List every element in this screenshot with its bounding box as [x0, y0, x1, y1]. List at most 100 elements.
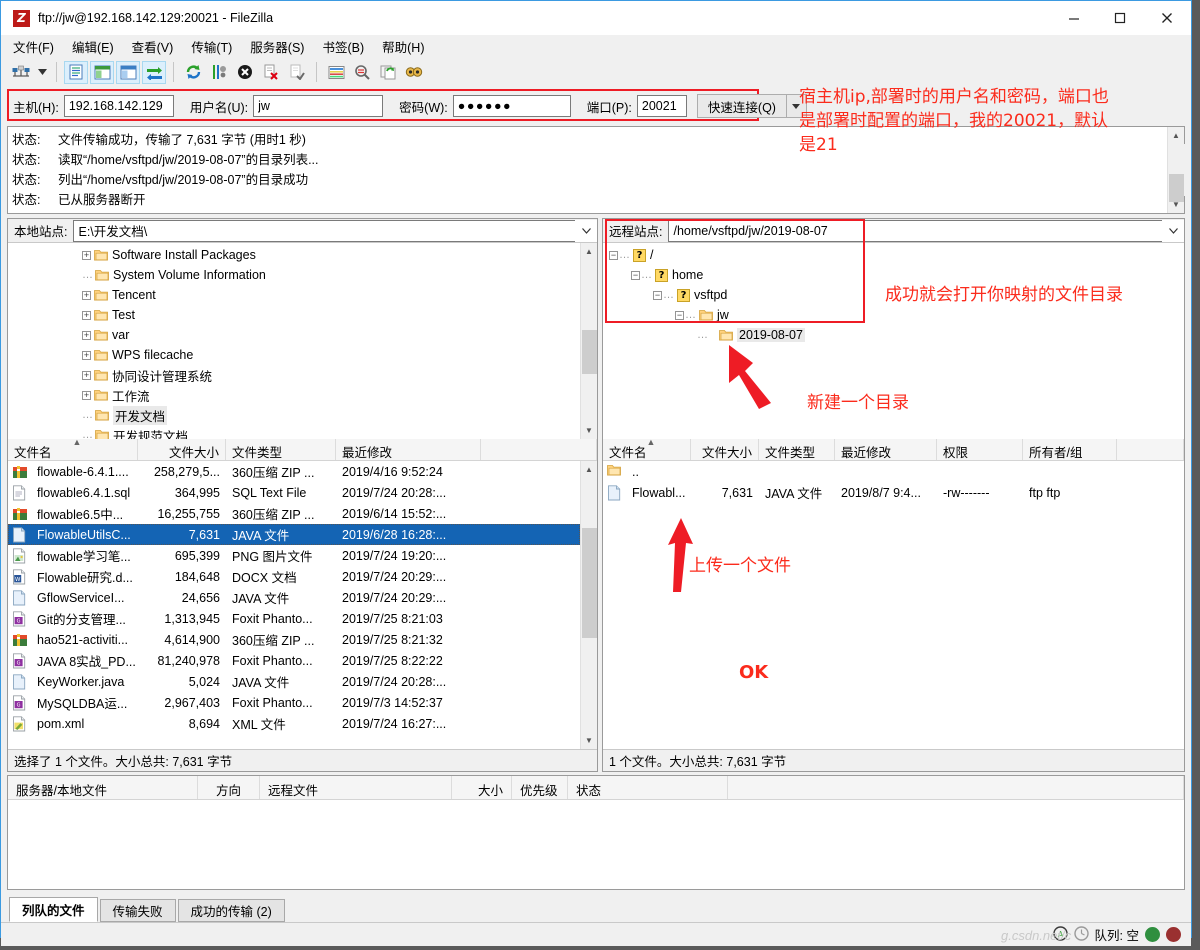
- toggle-local-tree-icon[interactable]: [90, 60, 114, 84]
- local-tree-item[interactable]: + Test: [8, 305, 580, 325]
- toggle-transfer-queue-icon[interactable]: [142, 60, 166, 84]
- table-row[interactable]: G MySQLDBA运... 2,967,403 Foxit Phanto... 201…: [8, 692, 580, 713]
- local-tree-item[interactable]: … 开发文档: [8, 405, 580, 425]
- expand-icon[interactable]: +: [82, 350, 91, 360]
- toggle-message-log-icon[interactable]: [64, 60, 88, 84]
- table-row[interactable]: GflowServiceI... 24,656 JAVA 文件 2019/7/24 2…: [8, 587, 580, 608]
- local-tree-scrollbar[interactable]: ▲ ▼: [580, 243, 597, 439]
- column-header-filesize[interactable]: 文件大小: [691, 439, 759, 460]
- remote-tree-item[interactable]: −…? /: [603, 245, 1184, 265]
- site-manager-dropdown-icon[interactable]: [35, 61, 49, 84]
- synchronized-browsing-icon[interactable]: [376, 61, 400, 84]
- scrollbar-thumb[interactable]: [1168, 174, 1184, 202]
- cancel-icon[interactable]: [233, 61, 257, 84]
- collapse-icon[interactable]: −: [631, 270, 640, 280]
- column-header-filename[interactable]: 文件名 ▲: [603, 439, 691, 460]
- local-tree-item[interactable]: + Tencent: [8, 285, 580, 305]
- local-tree-item[interactable]: + 工作流: [8, 385, 580, 405]
- password-input[interactable]: [452, 95, 571, 117]
- table-row[interactable]: flowable6.4.1.sql 364,995 SQL Text File 201…: [8, 482, 580, 503]
- local-tree-item[interactable]: + WPS filecache: [8, 345, 580, 365]
- transfer-queue-body[interactable]: [8, 800, 1184, 889]
- collapse-icon[interactable]: −: [609, 250, 618, 260]
- collapse-icon[interactable]: −: [653, 290, 662, 300]
- scrollbar-thumb[interactable]: [581, 330, 597, 374]
- column-header-filename[interactable]: 文件名 ▲: [8, 439, 138, 460]
- expand-icon[interactable]: +: [82, 310, 91, 320]
- username-input[interactable]: [253, 95, 384, 117]
- column-header-server-local-file[interactable]: 服务器/本地文件: [8, 776, 198, 799]
- column-header-priority[interactable]: 优先级: [512, 776, 568, 799]
- local-site-input[interactable]: E:\开发文档\: [73, 219, 575, 242]
- table-row[interactable]: W Flowable研究.d... 184,648 DOCX 文档 2019/7/24 …: [8, 566, 580, 587]
- column-header-filesize[interactable]: 文件大小: [138, 439, 226, 460]
- menu-file[interactable]: 文件(F): [13, 37, 54, 56]
- table-row[interactable]: KeyWorker.java 5,024 JAVA 文件 2019/7/24 20:2…: [8, 671, 580, 692]
- column-header-modified[interactable]: 最近修改: [835, 439, 937, 460]
- host-input[interactable]: [63, 95, 174, 117]
- scroll-down-icon[interactable]: ▼: [581, 422, 598, 439]
- table-row[interactable]: FlowableUtilsC... 7,631 JAVA 文件 2019/6/28 1…: [8, 524, 580, 545]
- column-header-remote-file[interactable]: 远程文件: [260, 776, 452, 799]
- column-header-modified[interactable]: 最近修改: [336, 439, 481, 460]
- expand-icon[interactable]: +: [82, 250, 91, 260]
- column-header-owner[interactable]: 所有者/组: [1023, 439, 1117, 460]
- local-directory-tree[interactable]: + Software Install Packages … System Volume…: [8, 243, 597, 439]
- local-tree-item[interactable]: … System Volume Information: [8, 265, 580, 285]
- local-tree-item[interactable]: + var: [8, 325, 580, 345]
- refresh-icon[interactable]: [181, 61, 205, 84]
- table-row[interactable]: pom.xml 8,694 XML 文件 2019/7/24 16:27:...: [8, 713, 580, 734]
- local-tree-item[interactable]: + Software Install Packages: [8, 245, 580, 265]
- tab-successful-transfers[interactable]: 成功的传输 (2): [177, 899, 285, 922]
- menu-edit[interactable]: 编辑(E): [72, 37, 114, 56]
- local-tree-item[interactable]: … 开发规范文档: [8, 425, 580, 439]
- table-row[interactable]: flowable学习笔... 695,399 PNG 图片文件 2019/7/24 1…: [8, 545, 580, 566]
- tab-failed-transfers[interactable]: 传输失败: [99, 899, 176, 922]
- remote-tree-item[interactable]: … 2019-08-07: [603, 325, 1184, 345]
- expand-icon[interactable]: +: [82, 370, 91, 380]
- column-header-permissions[interactable]: 权限: [937, 439, 1023, 460]
- collapse-icon[interactable]: −: [675, 310, 684, 320]
- remote-site-input[interactable]: /home/vsftpd/jw/2019-08-07: [668, 219, 1162, 242]
- column-header-direction[interactable]: 方向: [198, 776, 260, 799]
- site-manager-icon[interactable]: [9, 61, 33, 84]
- expand-icon[interactable]: +: [82, 330, 91, 340]
- chevron-down-icon[interactable]: [1162, 219, 1184, 242]
- quickconnect-button[interactable]: 快速连接(Q): [696, 94, 787, 118]
- table-row[interactable]: hao521-activiti... 4,614,900 360压缩 ZIP ...…: [8, 629, 580, 650]
- scrollbar-track[interactable]: [580, 478, 597, 732]
- column-header-size[interactable]: 大小: [452, 776, 512, 799]
- tab-queued-files[interactable]: 列队的文件: [9, 897, 98, 922]
- find-files-icon[interactable]: [402, 61, 426, 84]
- menu-transfer[interactable]: 传输(T): [191, 37, 232, 56]
- scroll-down-icon[interactable]: ▼: [581, 732, 598, 749]
- column-header-status[interactable]: 状态: [568, 776, 728, 799]
- port-input[interactable]: [636, 95, 687, 117]
- scrollbar-track[interactable]: [580, 260, 597, 422]
- disconnect-icon[interactable]: [259, 61, 283, 84]
- chevron-down-icon[interactable]: [575, 219, 597, 242]
- process-queue-icon[interactable]: [207, 61, 231, 84]
- reconnect-icon[interactable]: [285, 61, 309, 84]
- scroll-up-icon[interactable]: ▲: [581, 461, 598, 478]
- column-header-filetype[interactable]: 文件类型: [759, 439, 835, 460]
- menu-server[interactable]: 服务器(S): [250, 37, 304, 56]
- table-row[interactable]: flowable-6.4.1.... 258,279,5... 360压缩 ZIP …: [8, 461, 580, 482]
- filter-icon[interactable]: [324, 61, 348, 84]
- expand-icon[interactable]: +: [82, 390, 91, 400]
- table-row[interactable]: G Git的分支管理... 1,313,945 Foxit Phanto... 2019…: [8, 608, 580, 629]
- local-tree-item[interactable]: + 协同设计管理系统: [8, 365, 580, 385]
- remote-tree-item[interactable]: −…? home: [603, 265, 1184, 285]
- table-row[interactable]: flowable6.5中... 16,255,755 360压缩 ZIP ... 20…: [8, 503, 580, 524]
- table-row[interactable]: Flowabl... 7,631 JAVA 文件 2019/8/7 9:4... -rw…: [603, 482, 1184, 503]
- toggle-remote-tree-icon[interactable]: [116, 60, 140, 84]
- close-button[interactable]: [1143, 1, 1191, 35]
- menu-view[interactable]: 查看(V): [132, 37, 174, 56]
- minimize-button[interactable]: [1051, 1, 1097, 35]
- scrollbar-thumb[interactable]: [581, 528, 597, 638]
- scroll-up-icon[interactable]: ▲: [581, 243, 598, 260]
- directory-compare-icon[interactable]: [350, 61, 374, 84]
- local-list-scrollbar[interactable]: ▲ ▼: [580, 461, 597, 749]
- menu-help[interactable]: 帮助(H): [382, 37, 424, 56]
- table-row[interactable]: ..: [603, 461, 1184, 482]
